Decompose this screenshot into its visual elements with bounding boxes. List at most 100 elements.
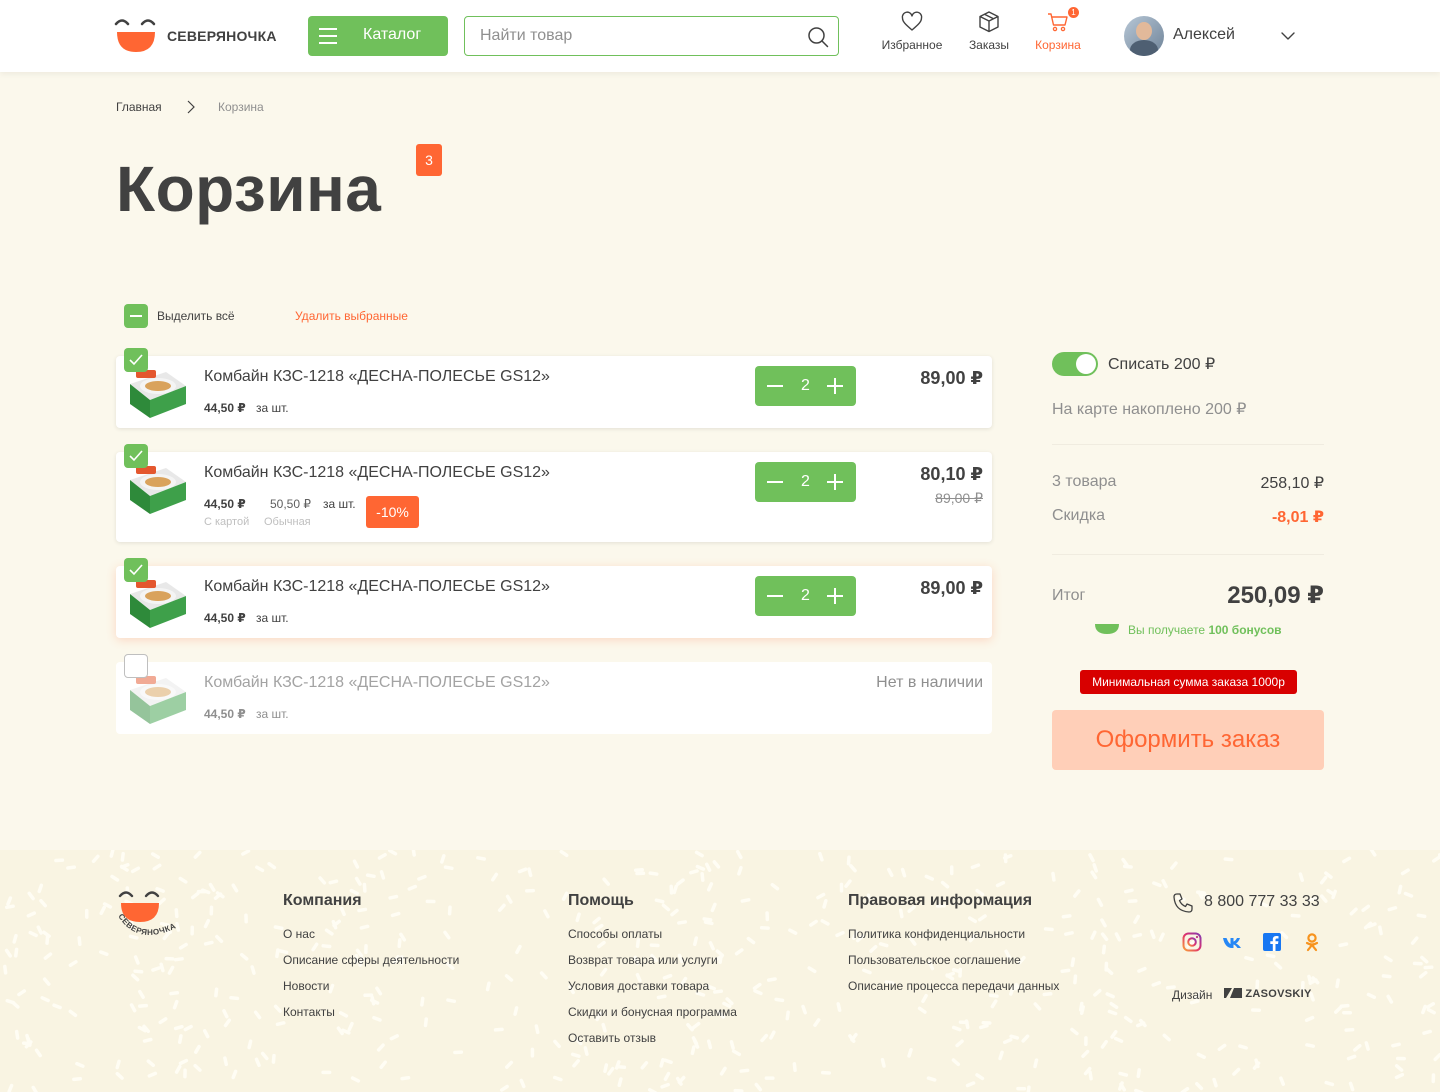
pattern-dash <box>1180 1086 1190 1092</box>
pattern-dash <box>951 1058 961 1067</box>
footer-link[interactable]: Способы оплаты <box>568 927 737 941</box>
footer-link[interactable]: Описание сферы деятельности <box>283 953 459 967</box>
pattern-dash <box>1021 1034 1030 1043</box>
pattern-dash <box>1305 1043 1316 1048</box>
nav-cart[interactable]: 1 Корзина <box>1033 7 1083 52</box>
increase-button[interactable] <box>827 378 843 394</box>
footer-link[interactable]: Описание процесса передачи данных <box>848 979 1059 993</box>
pattern-dash <box>255 865 265 873</box>
vk-icon[interactable] <box>1222 932 1242 952</box>
select-all-checkbox[interactable] <box>124 304 148 328</box>
pattern-dash <box>99 950 109 957</box>
pattern-dash <box>1425 1002 1436 1009</box>
pattern-dash <box>1196 1052 1206 1059</box>
design-credit[interactable]: Дизайн ZASOVSKIY <box>1172 988 1311 1002</box>
pattern-dash <box>719 1066 727 1076</box>
item-checkbox[interactable] <box>124 348 148 372</box>
pattern-dash <box>253 1010 262 1020</box>
pattern-dash <box>753 989 763 996</box>
pattern-dash <box>752 982 762 991</box>
pattern-dash <box>1084 1036 1088 1047</box>
pattern-dash <box>1400 868 1410 876</box>
pattern-dash <box>229 995 240 1001</box>
pattern-dash <box>178 876 188 884</box>
item-checkbox[interactable] <box>124 654 148 678</box>
footer-link[interactable]: Оставить отзыв <box>568 1031 737 1045</box>
pattern-dash <box>1195 1082 1204 1091</box>
search-input[interactable] <box>480 25 800 47</box>
catalog-button[interactable]: Каталог <box>308 16 448 56</box>
pattern-dash <box>1304 1015 1315 1023</box>
pattern-dash <box>647 1088 658 1092</box>
footer-link[interactable]: Новости <box>283 979 459 993</box>
logo[interactable]: СЕВЕРЯНОЧКА <box>114 18 276 54</box>
pattern-dash <box>766 977 777 982</box>
pattern-dash <box>379 1060 387 1070</box>
footer-link[interactable]: Контакты <box>283 1005 459 1019</box>
pattern-dash <box>45 934 50 945</box>
pattern-dash <box>178 1058 189 1066</box>
pattern-dash <box>120 851 125 862</box>
footer-link[interactable]: О нас <box>283 927 459 941</box>
item-title[interactable]: Комбайн КЗС-1218 «ДЕСНА-ПОЛЕСЬЕ GS12» <box>204 578 550 596</box>
item-title[interactable]: Комбайн КЗС-1218 «ДЕСНА-ПОЛЕСЬЕ GS12» <box>204 674 550 692</box>
delete-selected-link[interactable]: Удалить выбранные <box>295 309 408 323</box>
item-title[interactable]: Комбайн КЗС-1218 «ДЕСНА-ПОЛЕСЬЕ GS12» <box>204 368 550 386</box>
pattern-dash <box>443 865 454 871</box>
pattern-dash <box>663 1058 673 1065</box>
user-menu[interactable]: Алексей <box>1124 16 1304 56</box>
footer-link[interactable]: Возврат товара или услуги <box>568 953 737 967</box>
bonus-prefix: Вы получаете <box>1128 623 1209 637</box>
min-order-warning: Минимальная сумма заказа 1000р <box>1080 670 1297 694</box>
pattern-dash <box>183 1024 193 1032</box>
pattern-dash <box>1423 965 1434 970</box>
increase-button[interactable] <box>827 474 843 490</box>
pattern-dash <box>68 1009 78 1018</box>
cart-icon <box>1048 13 1068 32</box>
increase-button[interactable] <box>827 588 843 604</box>
pattern-dash <box>36 925 43 935</box>
instagram-icon[interactable] <box>1182 932 1202 952</box>
footer-link[interactable]: Пользовательское соглашение <box>848 953 1059 967</box>
item-checkbox[interactable] <box>124 444 148 468</box>
pattern-dash <box>737 865 743 876</box>
breadcrumb-home[interactable]: Главная <box>116 100 162 114</box>
facebook-icon[interactable] <box>1262 932 1282 952</box>
pattern-dash <box>1107 1009 1118 1016</box>
pattern-dash <box>115 1071 124 1080</box>
pattern-dash <box>602 877 611 886</box>
chevron-down-icon[interactable] <box>1281 29 1295 43</box>
pattern-dash <box>66 865 77 870</box>
pattern-dash <box>886 867 894 878</box>
pattern-dash <box>133 955 140 965</box>
pattern-dash <box>1421 1004 1427 1015</box>
search-box <box>464 16 839 56</box>
nav-favorites[interactable]: Избранное <box>879 10 945 52</box>
footer-column-legal: Правовая информация Политика конфиденциа… <box>848 892 1059 1005</box>
designer-logo-icon <box>1224 988 1242 998</box>
pattern-dash <box>1397 884 1403 895</box>
pattern-dash <box>389 1034 399 1041</box>
select-all-label[interactable]: Выделить всё <box>157 309 235 323</box>
item-checkbox[interactable] <box>124 558 148 582</box>
nav-orders[interactable]: Заказы <box>966 10 1012 52</box>
checkout-button[interactable]: Оформить заказ <box>1052 710 1324 770</box>
item-title[interactable]: Комбайн КЗС-1218 «ДЕСНА-ПОЛЕСЬЕ GS12» <box>204 464 550 482</box>
footer-link[interactable]: Политика конфиденциальности <box>848 927 1059 941</box>
footer-logo[interactable]: СЕВЕРЯНОЧКА <box>116 886 186 942</box>
pattern-dash <box>169 991 180 996</box>
search-icon[interactable] <box>807 26 829 48</box>
footer-link[interactable]: Условия доставки товара <box>568 979 737 993</box>
heart-icon <box>901 11 923 31</box>
footer-phone-number: 8 800 777 33 33 <box>1204 893 1320 910</box>
pattern-dash <box>1251 1008 1262 1012</box>
pattern-dash <box>453 1050 464 1055</box>
pattern-dash <box>222 1009 229 1019</box>
bonus-toggle[interactable] <box>1052 352 1098 376</box>
footer-link[interactable]: Скидки и бонусная программа <box>568 1005 737 1019</box>
odnoklassniki-icon[interactable] <box>1302 932 1322 952</box>
pattern-dash <box>1416 913 1427 919</box>
pattern-dash <box>497 903 506 913</box>
pattern-dash <box>75 1061 85 1068</box>
pattern-dash <box>740 898 751 903</box>
